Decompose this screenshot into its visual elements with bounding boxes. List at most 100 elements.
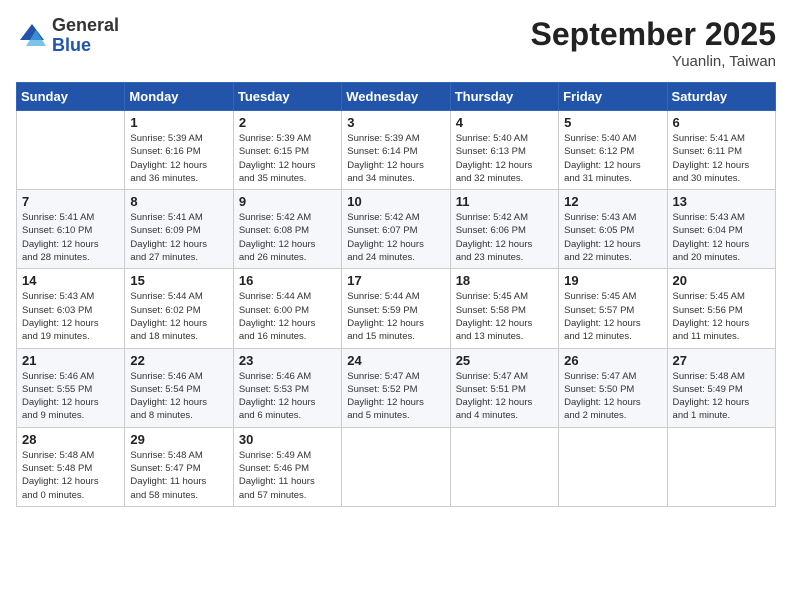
calendar-cell: 23Sunrise: 5:46 AM Sunset: 5:53 PM Dayli…: [233, 348, 341, 427]
calendar-week-row: 21 Sunrise: 5:46 AM Sunset: 5:55 PM Dayli…: [17, 348, 776, 427]
day-info: Sunrise: 5:39 AM Sunset: 6:15 PM Dayligh…: [239, 132, 336, 185]
calendar-cell: 25 Sunrise: 5:47 AM Sunset: 5:51 PM Dayli…: [450, 348, 558, 427]
logo-text: General Blue: [52, 16, 119, 56]
day-info: Sunrise: 5:47 AM Sunset: 5:50 PM Dayligh…: [564, 370, 661, 423]
calendar-cell: 9Sunrise: 5:42 AM Sunset: 6:08 PM Daylig…: [233, 190, 341, 269]
calendar-cell: 3Sunrise: 5:39 AM Sunset: 6:14 PM Daylig…: [342, 111, 450, 190]
col-header-saturday: Saturday: [667, 83, 775, 111]
day-number: 17: [347, 273, 444, 288]
calendar-cell: 20 Sunrise: 5:45 AM Sunset: 5:56 PM Dayli…: [667, 269, 775, 348]
calendar-cell: 18 Sunrise: 5:45 AM Sunset: 5:58 PM Dayli…: [450, 269, 558, 348]
day-info: Sunrise: 5:49 AM Sunset: 5:46 PM Dayligh…: [239, 449, 336, 502]
calendar-cell: 22 Sunrise: 5:46 AM Sunset: 5:54 PM Dayli…: [125, 348, 233, 427]
calendar-cell: 5Sunrise: 5:40 AM Sunset: 6:12 PM Daylig…: [559, 111, 667, 190]
day-number: 18: [456, 273, 553, 288]
day-number: 29: [130, 432, 227, 447]
calendar-cell: 13 Sunrise: 5:43 AM Sunset: 6:04 PM Dayli…: [667, 190, 775, 269]
title-area: September 2025 Yuanlin, Taiwan: [531, 16, 776, 70]
day-number: 20: [673, 273, 770, 288]
page-header: General Blue September 2025 Yuanlin, Tai…: [16, 16, 776, 70]
day-info: Sunrise: 5:46 AM Sunset: 5:54 PM Dayligh…: [130, 370, 227, 423]
day-info: Sunrise: 5:43 AM Sunset: 6:05 PM Dayligh…: [564, 211, 661, 264]
calendar-header-row: SundayMondayTuesdayWednesdayThursdayFrid…: [17, 83, 776, 111]
day-number: 26: [564, 353, 661, 368]
day-info: Sunrise: 5:41 AM Sunset: 6:09 PM Dayligh…: [130, 211, 227, 264]
day-info: Sunrise: 5:45 AM Sunset: 5:58 PM Dayligh…: [456, 290, 553, 343]
calendar-cell: [450, 427, 558, 506]
day-number: 10: [347, 194, 444, 209]
day-number: 24: [347, 353, 444, 368]
day-info: Sunrise: 5:47 AM Sunset: 5:52 PM Dayligh…: [347, 370, 444, 423]
col-header-wednesday: Wednesday: [342, 83, 450, 111]
day-number: 14: [22, 273, 119, 288]
day-number: 2: [239, 115, 336, 130]
day-number: 19: [564, 273, 661, 288]
calendar-cell: 8 Sunrise: 5:41 AM Sunset: 6:09 PM Daylig…: [125, 190, 233, 269]
day-info: Sunrise: 5:40 AM Sunset: 6:12 PM Dayligh…: [564, 132, 661, 185]
day-number: 12: [564, 194, 661, 209]
day-info: Sunrise: 5:43 AM Sunset: 6:03 PM Dayligh…: [22, 290, 119, 343]
day-info: Sunrise: 5:42 AM Sunset: 6:07 PM Dayligh…: [347, 211, 444, 264]
col-header-tuesday: Tuesday: [233, 83, 341, 111]
calendar-cell: 21 Sunrise: 5:46 AM Sunset: 5:55 PM Dayli…: [17, 348, 125, 427]
calendar-week-row: 7 Sunrise: 5:41 AM Sunset: 6:10 PM Daylig…: [17, 190, 776, 269]
logo-blue: Blue: [52, 36, 119, 56]
day-number: 7: [22, 194, 119, 209]
day-info: Sunrise: 5:46 AM Sunset: 5:55 PM Dayligh…: [22, 370, 119, 423]
calendar-cell: 15 Sunrise: 5:44 AM Sunset: 6:02 PM Dayli…: [125, 269, 233, 348]
day-info: Sunrise: 5:41 AM Sunset: 6:10 PM Dayligh…: [22, 211, 119, 264]
day-info: Sunrise: 5:45 AM Sunset: 5:56 PM Dayligh…: [673, 290, 770, 343]
day-number: 4: [456, 115, 553, 130]
calendar-week-row: 14 Sunrise: 5:43 AM Sunset: 6:03 PM Dayli…: [17, 269, 776, 348]
day-info: Sunrise: 5:48 AM Sunset: 5:47 PM Dayligh…: [130, 449, 227, 502]
day-info: Sunrise: 5:45 AM Sunset: 5:57 PM Dayligh…: [564, 290, 661, 343]
day-number: 28: [22, 432, 119, 447]
calendar-cell: 26 Sunrise: 5:47 AM Sunset: 5:50 PM Dayli…: [559, 348, 667, 427]
logo-general: General: [52, 16, 119, 36]
calendar-cell: 29 Sunrise: 5:48 AM Sunset: 5:47 PM Dayli…: [125, 427, 233, 506]
location-title: Yuanlin, Taiwan: [531, 53, 776, 70]
day-info: Sunrise: 5:39 AM Sunset: 6:14 PM Dayligh…: [347, 132, 444, 185]
calendar-cell: 10 Sunrise: 5:42 AM Sunset: 6:07 PM Dayli…: [342, 190, 450, 269]
day-info: Sunrise: 5:42 AM Sunset: 6:06 PM Dayligh…: [456, 211, 553, 264]
day-info: Sunrise: 5:43 AM Sunset: 6:04 PM Dayligh…: [673, 211, 770, 264]
calendar-cell: 28Sunrise: 5:48 AM Sunset: 5:48 PM Dayli…: [17, 427, 125, 506]
calendar-cell: 19 Sunrise: 5:45 AM Sunset: 5:57 PM Dayli…: [559, 269, 667, 348]
col-header-monday: Monday: [125, 83, 233, 111]
day-number: 11: [456, 194, 553, 209]
logo: General Blue: [16, 16, 119, 56]
day-number: 22: [130, 353, 227, 368]
calendar-cell: 4Sunrise: 5:40 AM Sunset: 6:13 PM Daylig…: [450, 111, 558, 190]
calendar-cell: 7 Sunrise: 5:41 AM Sunset: 6:10 PM Daylig…: [17, 190, 125, 269]
day-info: Sunrise: 5:44 AM Sunset: 6:02 PM Dayligh…: [130, 290, 227, 343]
calendar-cell: 12 Sunrise: 5:43 AM Sunset: 6:05 PM Dayli…: [559, 190, 667, 269]
calendar-cell: [17, 111, 125, 190]
day-info: Sunrise: 5:44 AM Sunset: 6:00 PM Dayligh…: [239, 290, 336, 343]
calendar-table: SundayMondayTuesdayWednesdayThursdayFrid…: [16, 82, 776, 507]
day-number: 1: [130, 115, 227, 130]
calendar-week-row: 1Sunrise: 5:39 AM Sunset: 6:16 PM Daylig…: [17, 111, 776, 190]
day-info: Sunrise: 5:47 AM Sunset: 5:51 PM Dayligh…: [456, 370, 553, 423]
calendar-cell: [342, 427, 450, 506]
day-info: Sunrise: 5:46 AM Sunset: 5:53 PM Dayligh…: [239, 370, 336, 423]
day-info: Sunrise: 5:41 AM Sunset: 6:11 PM Dayligh…: [673, 132, 770, 185]
calendar-cell: 11 Sunrise: 5:42 AM Sunset: 6:06 PM Dayli…: [450, 190, 558, 269]
day-number: 8: [130, 194, 227, 209]
calendar-cell: [559, 427, 667, 506]
day-number: 25: [456, 353, 553, 368]
col-header-sunday: Sunday: [17, 83, 125, 111]
day-number: 13: [673, 194, 770, 209]
day-number: 30: [239, 432, 336, 447]
col-header-thursday: Thursday: [450, 83, 558, 111]
day-number: 15: [130, 273, 227, 288]
calendar-cell: 6Sunrise: 5:41 AM Sunset: 6:11 PM Daylig…: [667, 111, 775, 190]
day-number: 27: [673, 353, 770, 368]
day-number: 16: [239, 273, 336, 288]
col-header-friday: Friday: [559, 83, 667, 111]
day-number: 21: [22, 353, 119, 368]
day-info: Sunrise: 5:44 AM Sunset: 5:59 PM Dayligh…: [347, 290, 444, 343]
calendar-cell: [667, 427, 775, 506]
calendar-cell: 14 Sunrise: 5:43 AM Sunset: 6:03 PM Dayli…: [17, 269, 125, 348]
day-info: Sunrise: 5:48 AM Sunset: 5:49 PM Dayligh…: [673, 370, 770, 423]
calendar-cell: 17 Sunrise: 5:44 AM Sunset: 5:59 PM Dayli…: [342, 269, 450, 348]
